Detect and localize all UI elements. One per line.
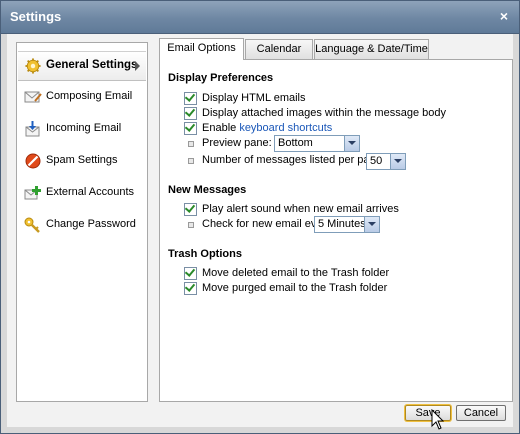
settings-dialog: Settings × General Settings Composing Em… bbox=[0, 0, 520, 434]
settings-nav: General Settings Composing Email Incomin… bbox=[16, 42, 148, 402]
messages-per-page-select[interactable]: 50 bbox=[366, 153, 406, 170]
preview-pane-select[interactable]: Bottom bbox=[274, 135, 360, 152]
nav-item-label: Composing Email bbox=[46, 90, 133, 102]
no-entry-icon bbox=[25, 153, 41, 169]
incoming-email-icon bbox=[25, 121, 40, 137]
close-icon[interactable]: × bbox=[496, 8, 512, 24]
option-label: Move deleted email to the Trash folder bbox=[202, 267, 390, 279]
key-icon bbox=[24, 217, 40, 233]
option-label: Play alert sound when new email arrives bbox=[202, 203, 399, 215]
nav-item-label: Spam Settings bbox=[46, 154, 118, 166]
dialog-title: Settings bbox=[10, 9, 62, 24]
option-label-prefix: Enable bbox=[202, 122, 240, 134]
checkmark-icon bbox=[184, 106, 196, 117]
select-value: 50 bbox=[370, 155, 383, 167]
tab-language-date-time[interactable]: Language & Date/Time bbox=[314, 39, 429, 59]
keyboard-shortcuts-link[interactable]: keyboard shortcuts bbox=[239, 122, 332, 134]
bullet-icon bbox=[188, 158, 194, 164]
gear-icon bbox=[25, 58, 41, 74]
option-label: Display HTML emails bbox=[202, 92, 306, 104]
checkmark-icon bbox=[184, 121, 196, 132]
select-value: 5 Minutes bbox=[318, 218, 366, 230]
dialog-content: General Settings Composing Email Incomin… bbox=[7, 34, 513, 427]
nav-item-general-settings[interactable]: General Settings bbox=[18, 51, 146, 81]
chevron-down-icon[interactable] bbox=[390, 154, 405, 169]
nav-item-spam-settings[interactable]: Spam Settings bbox=[18, 147, 146, 175]
chevron-down-icon[interactable] bbox=[344, 136, 359, 151]
select-value: Bottom bbox=[278, 137, 313, 149]
checkmark-icon bbox=[184, 281, 196, 292]
nav-item-external-accounts[interactable]: External Accounts bbox=[18, 179, 146, 207]
option-label: Number of messages listed per page: bbox=[202, 154, 385, 166]
option-label: Preview pane: bbox=[202, 137, 272, 149]
section-heading-trash: Trash Options bbox=[168, 248, 242, 260]
dialog-titlebar[interactable]: Settings × bbox=[1, 1, 519, 34]
nav-item-incoming-email[interactable]: Incoming Email bbox=[18, 115, 146, 143]
tab-email-options[interactable]: Email Options bbox=[159, 38, 244, 60]
option-label: Enable keyboard shortcuts bbox=[202, 122, 332, 134]
option-label: Move purged email to the Trash folder bbox=[202, 282, 388, 294]
nav-item-label: Incoming Email bbox=[46, 122, 122, 134]
cancel-button[interactable]: Cancel bbox=[456, 405, 506, 421]
nav-item-change-password[interactable]: Change Password bbox=[18, 211, 146, 239]
nav-item-label: External Accounts bbox=[46, 186, 135, 198]
checkbox-display-html[interactable] bbox=[184, 91, 197, 105]
bullet-icon bbox=[188, 141, 194, 147]
chevron-down-icon[interactable] bbox=[364, 217, 379, 232]
bullet-icon bbox=[188, 222, 194, 228]
email-options-panel: Display Preferences Display HTML emails … bbox=[159, 59, 513, 402]
checkmark-icon bbox=[184, 91, 196, 102]
checkmark-icon bbox=[184, 202, 196, 213]
check-interval-select[interactable]: 5 Minutes bbox=[314, 216, 380, 233]
nav-item-label: General Settings bbox=[46, 59, 138, 71]
compose-email-icon bbox=[24, 91, 42, 103]
nav-item-composing-email[interactable]: Composing Email bbox=[18, 83, 146, 111]
checkbox-move-purged[interactable] bbox=[184, 281, 197, 295]
checkbox-alert-sound[interactable] bbox=[184, 202, 197, 216]
option-label: Display attached images within the messa… bbox=[202, 107, 446, 119]
section-heading-display: Display Preferences bbox=[168, 72, 274, 84]
tab-calendar[interactable]: Calendar bbox=[245, 39, 313, 59]
nav-item-label: Change Password bbox=[46, 218, 136, 230]
checkbox-attached-images[interactable] bbox=[184, 106, 197, 120]
checkbox-keyboard-shortcuts[interactable] bbox=[184, 121, 197, 135]
checkbox-move-deleted[interactable] bbox=[184, 266, 197, 280]
section-heading-new-messages: New Messages bbox=[168, 184, 247, 196]
chevron-right-icon bbox=[135, 61, 140, 71]
checkmark-icon bbox=[184, 266, 196, 277]
mouse-cursor-icon bbox=[431, 409, 445, 430]
add-accounts-icon bbox=[24, 186, 41, 200]
